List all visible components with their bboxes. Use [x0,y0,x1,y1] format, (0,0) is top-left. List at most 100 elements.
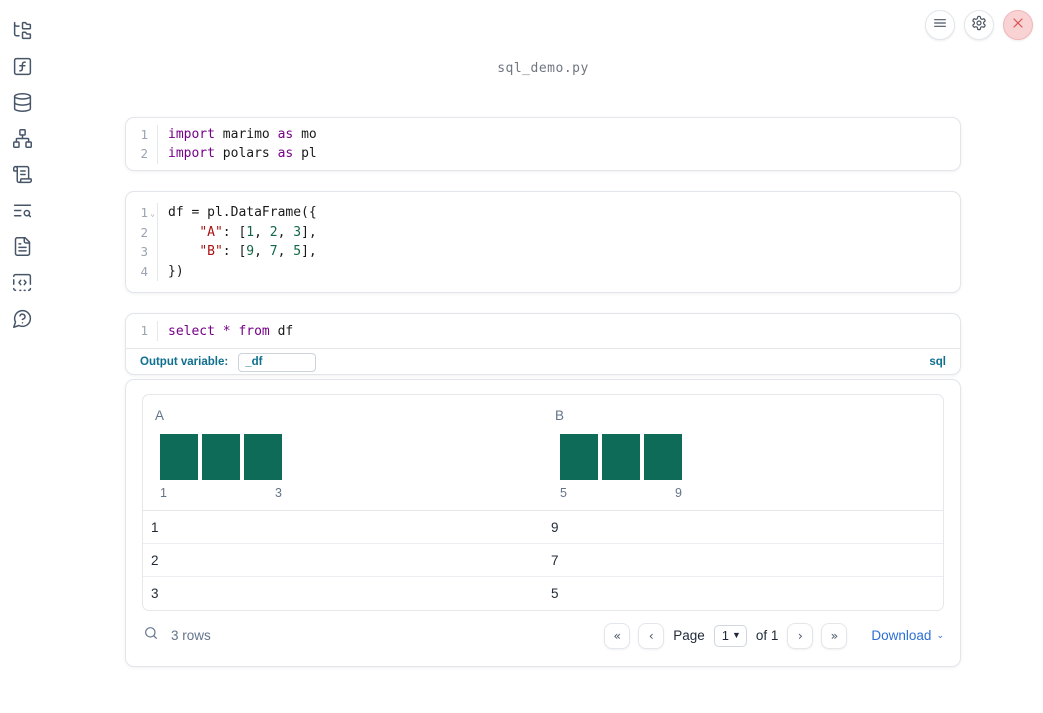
search-icon [143,625,159,646]
sidebar-item-dependencies[interactable] [10,129,34,153]
notebook-filename: sql_demo.py [497,61,589,76]
close-button[interactable] [1003,10,1033,40]
table-row[interactable]: 19 [143,511,943,544]
table-row[interactable]: 35 [143,577,943,610]
histogram-bar[interactable] [560,434,598,480]
download-button[interactable]: Download ⌄ [871,628,944,643]
histogram-bar[interactable] [644,434,682,480]
table-cell[interactable]: 7 [543,544,943,576]
sidebar-item-snippets[interactable] [10,273,34,297]
sql-cell[interactable]: 1 select * from df Output variable: sql [125,313,961,375]
function-square-icon [12,56,33,82]
output-variable-input[interactable] [238,352,317,372]
sidebar-item-outline[interactable] [10,165,34,189]
column-header[interactable]: B59 [543,395,943,510]
page-select[interactable]: 1 ▼ [713,624,747,647]
column-histogram[interactable] [560,434,931,480]
token-pl: : [ [222,224,247,240]
code-text[interactable]: "A": [1, 2, 3], [157,222,960,242]
code-line[interactable]: 3 "B": [9, 7, 5], [126,242,960,262]
code-line[interactable]: 4}) [126,261,960,281]
token-pl: df [269,323,294,339]
chevron-down-icon: ⌄ [936,630,944,640]
token-num: 3 [293,224,302,240]
code-editor[interactable]: 1 import marimo as mo 2 import polars as pl [126,118,960,170]
histogram-range: 59 [560,486,682,500]
code-line[interactable]: 1 select * from df [126,321,960,341]
line-number: 3 [140,244,148,259]
histogram-max-label: 3 [275,486,282,500]
close-icon [1010,15,1026,36]
page-select-value: 1 [721,628,729,643]
code-cell-imports[interactable]: 1 import marimo as mo 2 import polars as pl [125,117,961,171]
settings-button[interactable] [964,10,994,40]
line-number: 4 [140,263,148,279]
code-editor[interactable]: 1 select * from df [126,314,960,348]
token-kw: from [238,323,270,339]
histogram-bar[interactable] [602,434,640,480]
sidebar-item-file-explorer[interactable] [10,21,34,45]
histogram-max-label: 9 [675,486,682,500]
table-cell[interactable]: 2 [143,544,543,576]
first-page-button[interactable]: « [604,622,631,649]
table-cell[interactable]: 5 [543,577,943,610]
last-page-button[interactable]: » [821,622,848,649]
code-line[interactable]: 2 import polars as pl [126,144,960,164]
column-header[interactable]: A13 [143,395,543,510]
token-pl: pl [293,146,317,162]
prev-page-button[interactable]: ‹ [638,622,665,649]
code-text[interactable]: "B": [9, 7, 5], [157,242,960,262]
scroll-text-icon [12,164,33,190]
token-str: "A" [199,224,223,240]
token-kw: as [277,126,294,142]
code-text[interactable]: import marimo as mo [157,124,960,144]
table-cell[interactable]: 9 [543,511,943,543]
next-page-button[interactable]: › [787,622,814,649]
table-row[interactable]: 27 [143,544,943,577]
sidebar-item-datasources[interactable] [10,93,34,117]
table-output-card: A13B59 192735 3 rows « ‹ Page 1 ▼ of 1 ›… [125,379,961,667]
histogram-bar[interactable] [202,434,240,480]
data-table: A13B59 192735 [142,394,944,611]
token-kw: * [222,323,231,339]
code-line[interactable]: 1 ⌄ df = pl.DataFrame({ [126,203,960,223]
token-str: "B" [199,244,223,260]
token-pl: }) [168,263,184,279]
list-search-icon [12,200,33,226]
fold-chevron-icon[interactable]: ⌄ [148,203,157,223]
sidebar-item-logs[interactable] [10,201,34,225]
code-line[interactable]: 1 import marimo as mo [126,124,960,144]
token-pl: mo [293,126,317,142]
token-pl: , [254,224,270,240]
network-icon [12,128,33,154]
token-pl: ], [301,244,317,260]
histogram-min-label: 1 [160,486,167,500]
histogram-bar[interactable] [244,434,282,480]
page-label: Page [673,628,705,643]
table-cell[interactable]: 3 [143,577,543,610]
table-header: A13B59 [143,395,943,511]
code-text[interactable]: select * from df [157,321,960,341]
column-histogram[interactable] [160,434,531,480]
code-text[interactable]: import polars as pl [157,144,960,164]
database-icon [12,92,33,118]
pagination: « ‹ Page 1 ▼ of 1 › » Download ⌄ [604,622,944,649]
code-cell-dataframe[interactable]: 1 ⌄ df = pl.DataFrame({2 "A": [1, 2, 3], 3 … [125,191,961,293]
code-line[interactable]: 2 "A": [1, 2, 3], [126,222,960,243]
line-number: 1 [140,323,148,339]
sidebar-item-documentation[interactable] [10,237,34,261]
search-button[interactable] [142,627,160,645]
code-editor[interactable]: 1 ⌄ df = pl.DataFrame({2 "A": [1, 2, 3], 3 … [126,192,960,292]
token-num: 1 [246,224,255,240]
code-text[interactable]: }) [157,261,960,281]
histogram-bar[interactable] [160,434,198,480]
code-text[interactable]: df = pl.DataFrame({ [157,203,960,223]
sidebar-item-variables[interactable] [10,57,34,81]
sidebar [0,0,44,713]
table-cell[interactable]: 1 [143,511,543,543]
sidebar-item-help[interactable] [10,309,34,333]
